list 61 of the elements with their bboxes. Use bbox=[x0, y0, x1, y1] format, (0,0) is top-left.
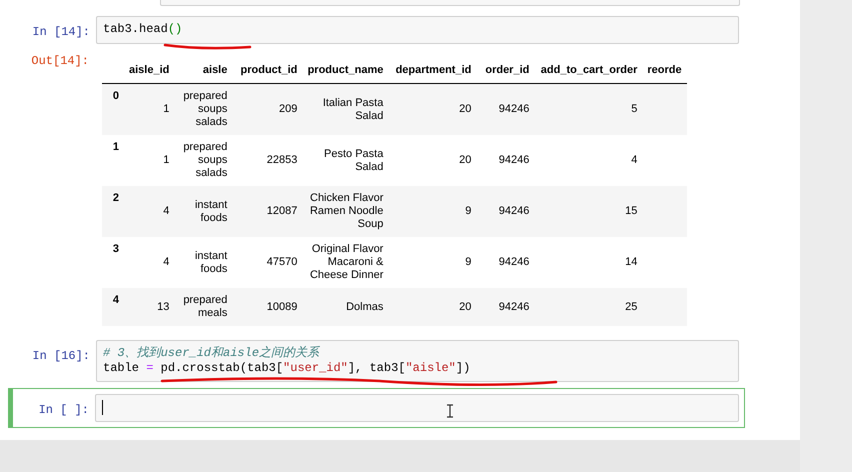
code-input[interactable] bbox=[160, 0, 740, 6]
table-cell: prepared meals bbox=[183, 294, 228, 319]
row-index: 0 bbox=[112, 90, 119, 102]
column-header: department_id bbox=[396, 64, 472, 76]
table-cell: Dolmas bbox=[346, 300, 384, 312]
input-prompt: In [14]: bbox=[31, 24, 91, 41]
row-index: 4 bbox=[112, 294, 119, 306]
table-cell: 94246 bbox=[498, 256, 530, 268]
column-header: aisle bbox=[202, 64, 228, 76]
column-header: reorde bbox=[647, 64, 682, 76]
code-line: # 3、找到user_id和aisle之间的关系 bbox=[103, 346, 321, 361]
table-cell: prepared soups salads bbox=[183, 141, 228, 179]
row-index: 2 bbox=[112, 192, 119, 204]
table-cell: 10089 bbox=[266, 300, 298, 312]
text-cursor-icon bbox=[446, 404, 454, 418]
code-input[interactable]: # 3、找到user_id和aisle之间的关系 table = pd.crosstab(tab3["user_id"], tab3["aisle"]) bbox=[96, 340, 739, 382]
row-index: 3 bbox=[112, 243, 119, 255]
input-prompt: In [ ]: bbox=[38, 402, 90, 419]
column-header: product_id bbox=[240, 64, 298, 76]
table-cell: instant foods bbox=[194, 250, 228, 274]
table-cell: prepared soups salads bbox=[183, 90, 228, 128]
table-cell: 12087 bbox=[266, 205, 298, 217]
column-header: aisle_id bbox=[129, 64, 170, 76]
table-cell: Italian Pasta Salad bbox=[322, 96, 384, 122]
table-cell: 1 bbox=[163, 103, 170, 115]
table-cell: 47570 bbox=[266, 256, 298, 268]
text-cursor bbox=[102, 400, 103, 415]
table-cell: 20 bbox=[459, 154, 472, 166]
table-cell: 20 bbox=[459, 300, 472, 312]
row-index: 1 bbox=[112, 141, 119, 153]
table-cell: 94246 bbox=[498, 154, 530, 166]
table-cell: 22853 bbox=[266, 154, 298, 166]
table-cell: 15 bbox=[625, 205, 638, 217]
table-cell: 4 bbox=[631, 154, 638, 166]
table-cell: Original Flavor Macaroni & Cheese Dinner bbox=[310, 243, 384, 281]
table-cell: 9 bbox=[465, 256, 472, 268]
table-cell: 14 bbox=[625, 256, 638, 268]
table-cell: Pesto Pasta Salad bbox=[324, 148, 384, 172]
output-prompt: Out[14]: bbox=[30, 53, 90, 70]
column-header: add_to_cart_order bbox=[540, 64, 638, 76]
table-cell: 9 bbox=[465, 205, 472, 217]
table-cell: 20 bbox=[459, 103, 472, 115]
input-prompt: In [16]: bbox=[31, 348, 91, 365]
table-cell: 94246 bbox=[498, 205, 530, 217]
table-cell: 209 bbox=[279, 103, 298, 115]
table-cell: 4 bbox=[163, 205, 170, 217]
code-input[interactable]: tab3.head() bbox=[96, 16, 739, 44]
code-input[interactable] bbox=[95, 394, 739, 422]
column-header: product_name bbox=[308, 64, 384, 76]
code-line: tab3.head() bbox=[103, 22, 184, 37]
table-cell: 4 bbox=[163, 256, 170, 268]
table-cell: 5 bbox=[631, 103, 638, 115]
table-cell: 1 bbox=[163, 154, 170, 166]
table-cell: 94246 bbox=[498, 300, 530, 312]
table-cell: instant foods bbox=[194, 198, 228, 224]
table-cell: 94246 bbox=[498, 103, 530, 115]
column-header: order_id bbox=[485, 64, 530, 76]
code-line: table = pd.crosstab(tab3["user_id"], tab3["aisle"]) bbox=[103, 361, 472, 376]
table-cell: 25 bbox=[625, 300, 638, 312]
table-cell: 13 bbox=[157, 300, 170, 312]
table-cell: Chicken Flavor Ramen Noodle Soup bbox=[310, 192, 384, 230]
